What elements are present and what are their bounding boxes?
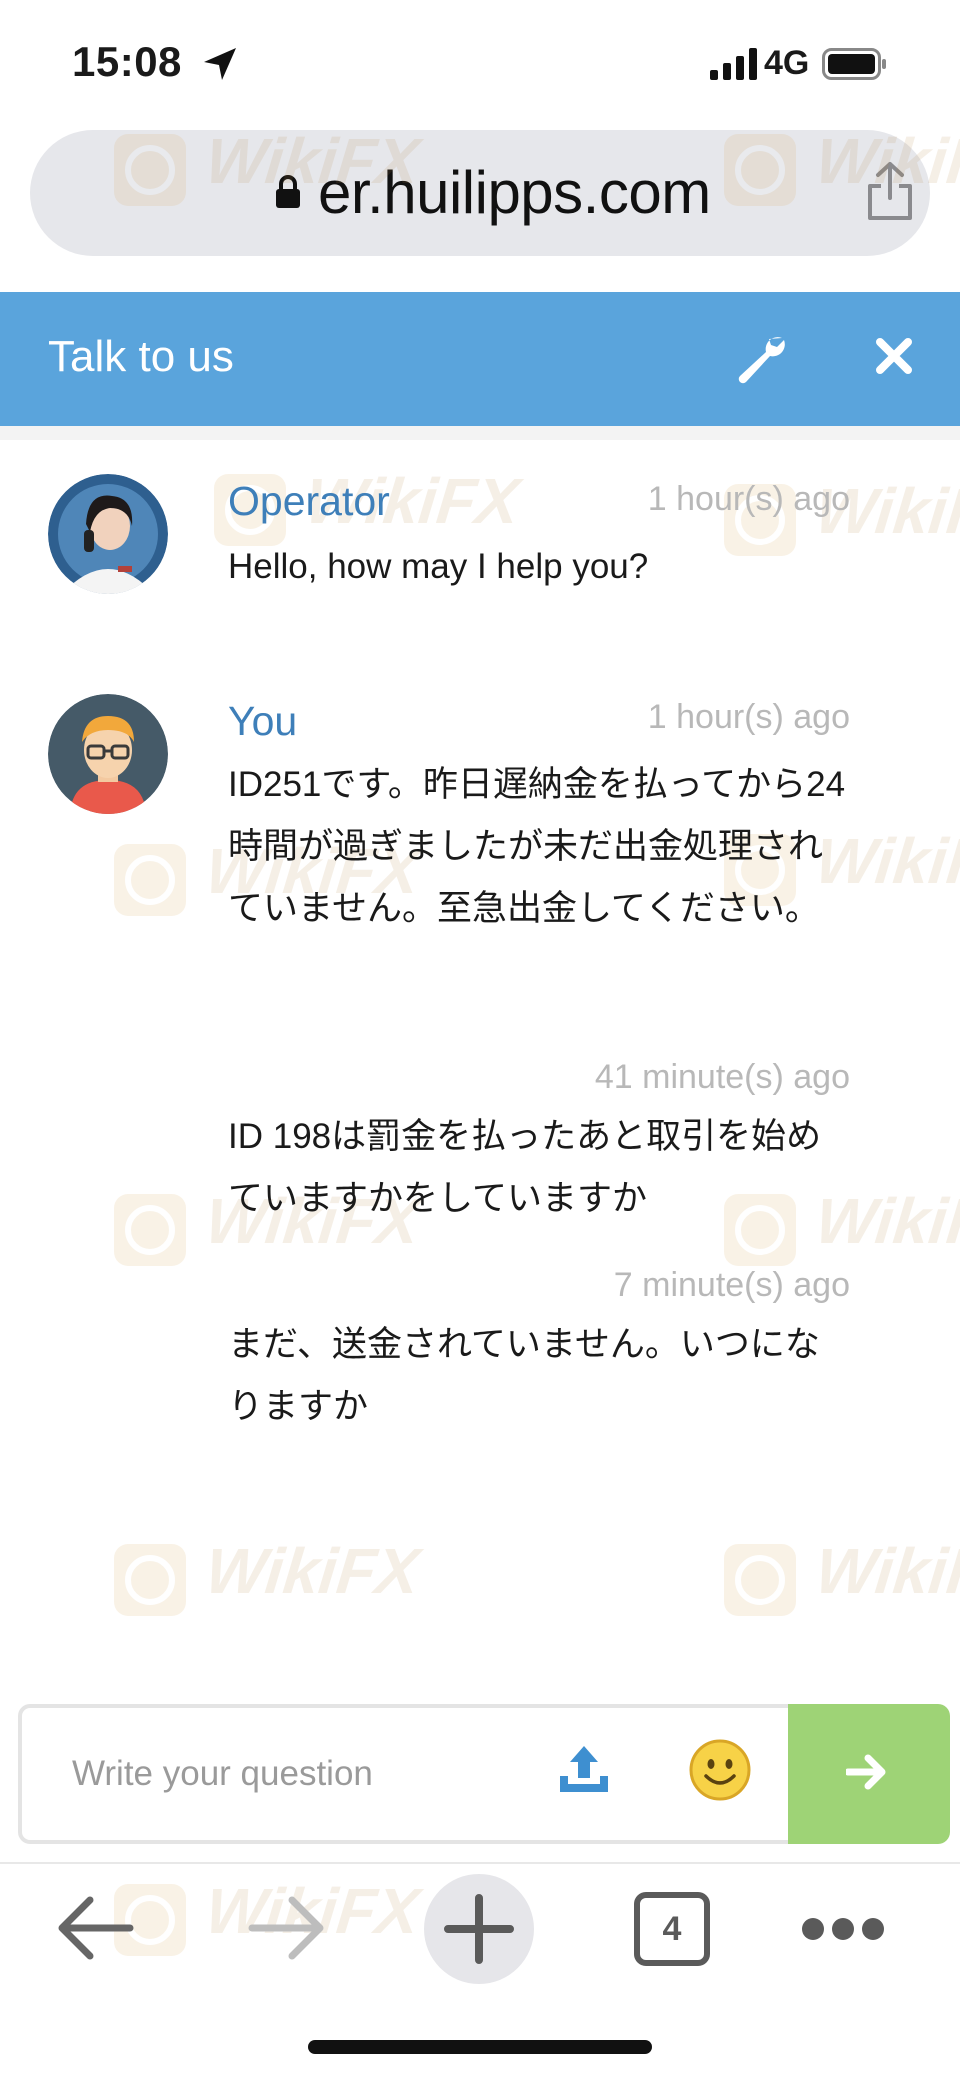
message-timestamp: 7 minute(s) ago [613, 1266, 850, 1304]
upload-icon[interactable] [556, 1742, 612, 1798]
chat-title: Talk to us [48, 332, 234, 381]
share-icon[interactable] [864, 160, 916, 222]
question-input[interactable] [72, 1744, 512, 1804]
user-avatar [48, 694, 168, 814]
message-timestamp: 41 minute(s) ago [594, 1058, 850, 1096]
back-arrow-icon[interactable] [56, 1892, 136, 1964]
forward-arrow-icon[interactable] [246, 1892, 326, 1964]
status-bar: 15:08 4G [0, 0, 960, 120]
send-button[interactable] [788, 1704, 950, 1844]
smiley-icon[interactable] [688, 1738, 752, 1802]
url-bar[interactable]: er.huilipps.com [30, 130, 930, 256]
header-divider [0, 426, 960, 440]
url-text[interactable]: er.huilipps.com [318, 158, 711, 227]
message-sender: You [228, 698, 298, 744]
home-indicator[interactable] [308, 2040, 652, 2054]
send-arrow-icon [846, 1754, 886, 1790]
location-arrow-icon [204, 48, 236, 80]
message-text: Hello, how may I help you? [228, 547, 649, 586]
wrench-icon[interactable] [734, 330, 790, 386]
message-text: ID 198は罰金を払ったあと取引を始めていますかをしていますか [228, 1117, 822, 1218]
close-icon[interactable] [872, 334, 916, 378]
watermark-text: WikiFX [202, 1535, 423, 1607]
message-sender: Operator [228, 478, 390, 524]
new-tab-button[interactable] [424, 1874, 534, 1984]
watermark-text: WikiFX [812, 1535, 960, 1607]
more-icon[interactable] [800, 1914, 886, 1944]
message-text: ID251です。昨日遅納金を払ってから24時間が過ぎましたが未だ出金処理されてい… [228, 765, 846, 928]
lock-icon [276, 175, 300, 208]
toolbar-divider [0, 1862, 960, 1864]
message-timestamp: 1 hour(s) ago [647, 698, 850, 736]
status-time: 15:08 [72, 38, 182, 85]
chat-header: Talk to us [0, 292, 960, 426]
message-text: まだ、送金されていません。いつになりますか [228, 1325, 820, 1426]
message-composer [18, 1704, 950, 1844]
watermark-logo: WikiFX [720, 1530, 960, 1630]
watermark-logo: WikiFX [110, 1530, 490, 1630]
network-label: 4G [764, 44, 810, 82]
signal-bars-icon [710, 48, 757, 80]
new-tab-icon [444, 1894, 514, 1964]
tab-count-button[interactable]: 4 [634, 1892, 710, 1966]
operator-avatar [48, 474, 168, 594]
battery-icon [822, 48, 886, 80]
message-timestamp: 1 hour(s) ago [647, 480, 850, 518]
